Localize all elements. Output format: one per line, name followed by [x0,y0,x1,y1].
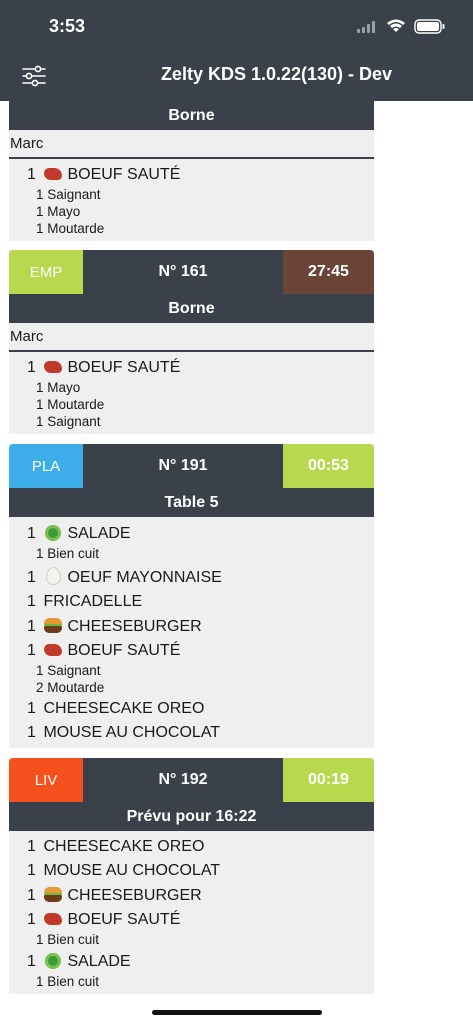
egg-icon [43,564,63,589]
order-item[interactable]: 1 OEUF MAYONNAISE [27,564,374,589]
order-card[interactable]: PLA N° 191 00:53 Table 5 1 SALADE 1 Bien… [9,444,374,748]
item-name: BOEUF SAUTÉ [67,642,181,659]
order-item[interactable]: 1 CHEESECAKE OREO [27,836,374,858]
battery-icon [414,19,445,34]
order-type-badge: PLA [9,444,83,488]
item-modifier: 1 Moutarde [36,397,105,412]
item-name: MOUSE AU CHOCOLAT [43,724,221,741]
order-item[interactable]: 1 BOEUF SAUTÉ 1 Bien cuit [27,909,374,948]
item-name: CHEESEBURGER [67,887,202,904]
order-source: Borne [9,294,374,323]
order-type-badge: LIV [9,758,83,802]
order-items: 1 SALADE 1 Bien cuit 1 OEUF MAYONNAISE 1… [9,517,374,748]
item-modifier: 1 Bien cuit [36,974,100,989]
order-items: 1 BOEUF SAUTÉ 1 Mayo 1 Moutarde 1 Saigna… [9,352,374,434]
item-name: SALADE [67,525,131,542]
item-name: BOEUF SAUTÉ [67,166,181,183]
order-type-badge: EMP [9,250,83,294]
order-scheduled-time: Prévu pour 16:22 [9,802,374,831]
item-name: CHEESECAKE OREO [43,700,205,717]
item-modifier: 1 Mayo [36,204,81,219]
order-item[interactable]: 1 MOUSE AU CHOCOLAT [27,860,374,882]
order-timer: 00:19 [283,758,374,802]
order-number: N° 161 [83,250,283,294]
order-card[interactable]: LIV N° 192 00:19 Prévu pour 16:22 1 CHEE… [9,758,374,994]
item-name: MOUSE AU CHOCOLAT [43,862,221,879]
item-name: SALADE [67,953,131,970]
order-header: PLA N° 191 00:53 [9,444,374,488]
order-item[interactable]: 1 BOEUF SAUTÉ 1 Mayo 1 Moutarde 1 Saigna… [27,357,374,430]
order-source: Borne [9,101,374,130]
item-modifier: 1 Saignant [36,663,101,678]
order-number: N° 191 [83,444,283,488]
order-timer: 27:45 [283,250,374,294]
item-modifier: 1 Bien cuit [36,932,100,947]
order-number: N° 192 [83,758,283,802]
wifi-icon [387,19,405,32]
nav-title: Zelty KDS 1.0.22(130) - Dev [160,64,393,84]
orders-list: Borne Marc 1 BOEUF SAUTÉ 1 Saignant 1 Ma… [9,101,374,1004]
item-name: BOEUF SAUTÉ [67,359,181,376]
burger-icon [43,615,63,638]
cellular-signal-icon [357,21,375,33]
order-items: 1 CHEESECAKE OREO 1 MOUSE AU CHOCOLAT 1 … [9,831,374,994]
order-card[interactable]: EMP N° 161 27:45 Borne Marc 1 BOEUF SAUT… [9,250,374,434]
order-item[interactable]: 1 CHEESEBURGER [27,615,374,638]
customer-name: Marc [9,323,374,352]
order-item[interactable]: 1 BOEUF SAUTÉ 1 Saignant 1 Mayo 1 Moutar… [27,164,374,237]
order-item[interactable]: 1 SALADE 1 Bien cuit [27,950,374,990]
order-item[interactable]: 1 CHEESEBURGER [27,884,374,907]
steak-icon [43,909,63,931]
order-item[interactable]: 1 SALADE 1 Bien cuit [27,522,374,562]
burger-icon [43,884,63,907]
order-item[interactable]: 1 MOUSE AU CHOCOLAT [27,722,374,744]
order-item[interactable]: 1 FRICADELLE [27,591,374,613]
item-modifier: 1 Moutarde [36,221,105,236]
order-header: LIV N° 192 00:19 [9,758,374,802]
home-indicator[interactable] [152,1010,322,1015]
item-name: FRICADELLE [43,593,143,610]
item-modifier: 1 Mayo [36,380,81,395]
item-modifier: 1 Saignant [36,187,101,202]
item-name: CHEESEBURGER [67,618,202,635]
status-bar: 3:53 [0,0,473,52]
order-card[interactable]: Borne Marc 1 BOEUF SAUTÉ 1 Saignant 1 Ma… [9,101,374,241]
status-icons [357,19,445,34]
customer-name: Marc [9,130,374,159]
filter-settings-icon[interactable] [20,62,48,90]
order-timer: 00:53 [283,444,374,488]
steak-icon [43,164,63,186]
item-modifier: 1 Bien cuit [36,546,100,561]
salad-icon [43,522,63,545]
nav-bar: Zelty KDS 1.0.22(130) - Dev [0,52,473,101]
order-header: EMP N° 161 27:45 [9,250,374,294]
steak-icon [43,640,63,662]
order-item[interactable]: 1 CHEESECAKE OREO [27,698,374,720]
order-items: 1 BOEUF SAUTÉ 1 Saignant 1 Mayo 1 Moutar… [9,159,374,241]
item-name: BOEUF SAUTÉ [67,911,181,928]
status-time: 3:53 [49,16,86,36]
order-table: Table 5 [9,488,374,517]
item-modifier: 2 Moutarde [36,680,105,695]
item-modifier: 1 Saignant [36,414,101,429]
salad-icon [43,950,63,973]
item-name: OEUF MAYONNAISE [67,569,222,586]
order-item[interactable]: 1 BOEUF SAUTÉ 1 Saignant 2 Moutarde [27,640,374,696]
steak-icon [43,357,63,379]
item-name: CHEESECAKE OREO [43,838,205,855]
